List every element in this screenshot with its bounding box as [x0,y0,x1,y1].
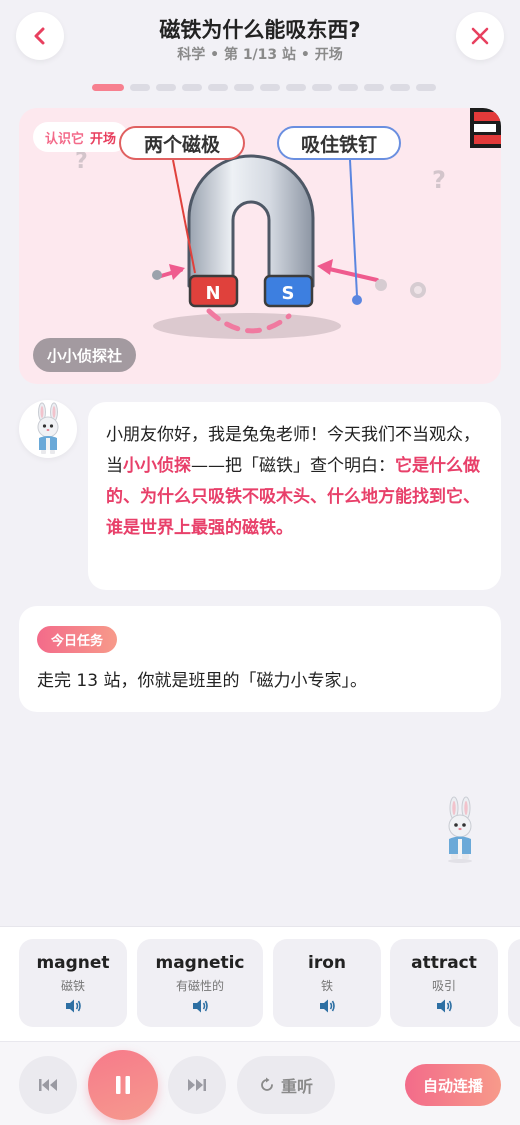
auto-play-button[interactable]: 自动连播 [405,1064,501,1106]
vocab-card[interactable]: magnet 磁铁 [19,939,127,1027]
progress-segment-active [92,84,124,91]
replay-label: 重听 [280,1077,313,1096]
iron-nail-dot [352,295,362,305]
progress-segment [416,84,436,91]
hero-illustration: N S ? ? 认识它 开场 两个磁极 吸住铁钉 小小侦探社 [19,108,501,384]
header: 磁铁为什么能吸东西? 科学 • 第 1/13 站 • 开场 [0,0,520,100]
floating-rabbit-mascot[interactable] [434,796,486,864]
progress-segment [338,84,358,91]
close-icon [471,27,489,45]
question-mark-left: ? [75,149,88,174]
previous-icon [39,1079,57,1091]
previous-button[interactable] [19,1056,77,1114]
next-icon [188,1079,206,1091]
stage-tag-label: 认识它 [45,131,85,147]
page-subtitle: 科学 • 第 1/13 站 • 开场 [177,47,343,63]
progress-segment [364,84,384,91]
close-button[interactable] [456,12,504,60]
right-attraction-arrow [323,266,379,282]
progress-segment [286,84,306,91]
vocab-meaning: 有磁性的 [175,979,224,993]
progress-segment [130,84,150,91]
replay-button[interactable]: 重听 [237,1056,335,1114]
speaker-icon[interactable] [191,998,209,1014]
progress-segment [312,84,332,91]
today-task-card: 今日任务 走完 13 站，你就是班里的「磁力小专家」。 [19,606,501,712]
progress-segment [156,84,176,91]
replay-icon [261,1077,273,1091]
speaker-icon[interactable] [64,998,82,1014]
speech-middle: ——把「磁铁」查个明白： [191,456,395,476]
teacher-speech-bubble: 小朋友你好，我是兔兔老师！今天我们不当观众，当小小侦探——把「磁铁」查个明白：它… [88,402,501,590]
vocab-word: iron [308,953,346,973]
vocab-word: magnetic [155,953,245,973]
pause-button[interactable] [88,1050,158,1120]
label-two-poles: 两个磁极 [119,126,245,160]
question-mark-right: ? [432,166,446,194]
page-title: 磁铁为什么能吸东西? [159,18,361,42]
today-task-badge: 今日任务 [37,626,118,653]
progress-segment [208,84,228,91]
vocabulary-bar: magnet 磁铁 magnetic 有磁性的 iron 铁 attract 吸… [0,926,520,1041]
pole-n-label: N [205,283,220,304]
horseshoe-magnet [187,154,315,288]
vocab-meaning: 磁铁 [60,979,85,993]
pause-icon [116,1076,130,1094]
label-attract-nail: 吸住铁钉 [277,126,401,160]
rabbit-mascot-icon [448,796,472,863]
vocab-card[interactable]: attract 吸引 [390,939,498,1027]
stage-tag-value: 开场 [90,131,117,147]
progress-segment [390,84,410,91]
progress-segment [234,84,254,91]
vocab-card[interactable]: magnetic 有磁性的 [137,939,263,1027]
rabbit-teacher-avatar [19,400,77,458]
magnet-shadow [153,313,341,339]
rabbit-icon [37,402,59,454]
progress-segment [260,84,280,91]
speech-role-highlight: 小小侦探 [123,456,191,476]
mini-magnet-icon [470,108,501,148]
today-task-text: 走完 13 站，你就是班里的「磁力小专家」。 [37,671,367,691]
next-button[interactable] [168,1056,226,1114]
vocab-meaning: 吸引 [431,979,456,993]
progress-segment [182,84,202,91]
speaker-icon[interactable] [435,998,453,1014]
vocab-meaning: 铁 [320,979,333,993]
station-progress [92,84,436,91]
vocab-card[interactable]: iron 铁 [273,939,381,1027]
speaker-icon[interactable] [318,998,336,1014]
vocab-word: attract [411,953,477,973]
pole-s-label: S [282,283,295,304]
playback-controls: 重听 自动连播 [0,1041,520,1125]
vocab-word: magnet [36,953,110,973]
stage-tag: 认识它 开场 [33,122,129,152]
vocab-card-partial[interactable] [508,939,520,1027]
detective-club-badge: 小小侦探社 [33,338,137,372]
